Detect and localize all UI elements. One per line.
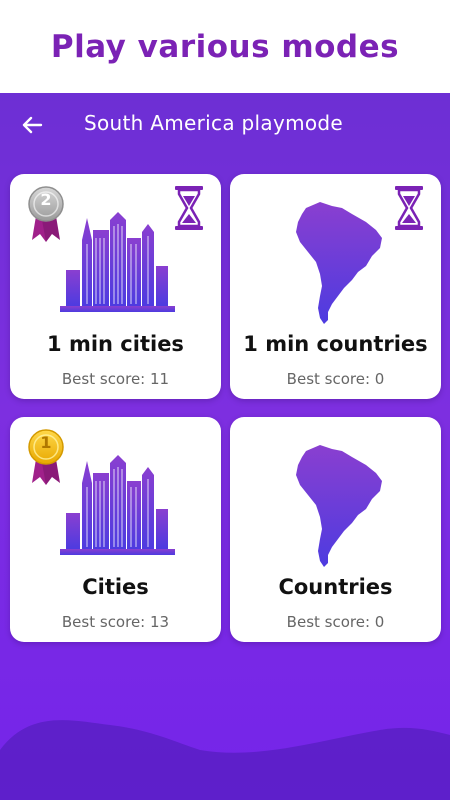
mode-card-1-min-countries[interactable]: 1 min countries Best score: 0 <box>230 174 441 399</box>
mode-card-1-min-cities[interactable]: 2 1 min cities Best score: 11 <box>10 174 221 399</box>
mode-name: 1 min countries <box>243 332 428 356</box>
arrow-left-icon <box>22 116 43 134</box>
mode-name: Countries <box>278 575 393 599</box>
page-title: South America playmode <box>84 111 344 135</box>
best-score: Best score: 0 <box>286 370 385 388</box>
mode-name: Cities <box>82 575 149 599</box>
mode-card-cities[interactable]: 1 Cities Best score: 13 <box>10 417 221 642</box>
city-skyline-icon <box>60 453 175 555</box>
best-score: Best score: 13 <box>61 613 170 631</box>
hourglass-icon <box>395 186 423 230</box>
mode-card-countries[interactable]: Countries Best score: 0 <box>230 417 441 642</box>
south-america-map-icon <box>294 443 384 569</box>
best-score: Best score: 0 <box>286 613 385 631</box>
promo-banner: Play various modes <box>0 0 450 93</box>
background-wave <box>0 720 450 800</box>
hourglass-icon <box>175 186 203 230</box>
city-skyline-icon <box>60 210 175 312</box>
medal-number: 1 <box>40 433 52 452</box>
back-button[interactable] <box>14 107 50 143</box>
promo-heading: Play various modes <box>50 28 400 65</box>
best-score: Best score: 11 <box>61 370 170 388</box>
top-bar: South America playmode <box>0 93 450 155</box>
mode-name: 1 min cities <box>47 332 184 356</box>
app-screen: South America playmode 2 1 min cities Be… <box>0 93 450 800</box>
south-america-map-icon <box>294 200 384 326</box>
medal-number: 2 <box>40 190 52 209</box>
